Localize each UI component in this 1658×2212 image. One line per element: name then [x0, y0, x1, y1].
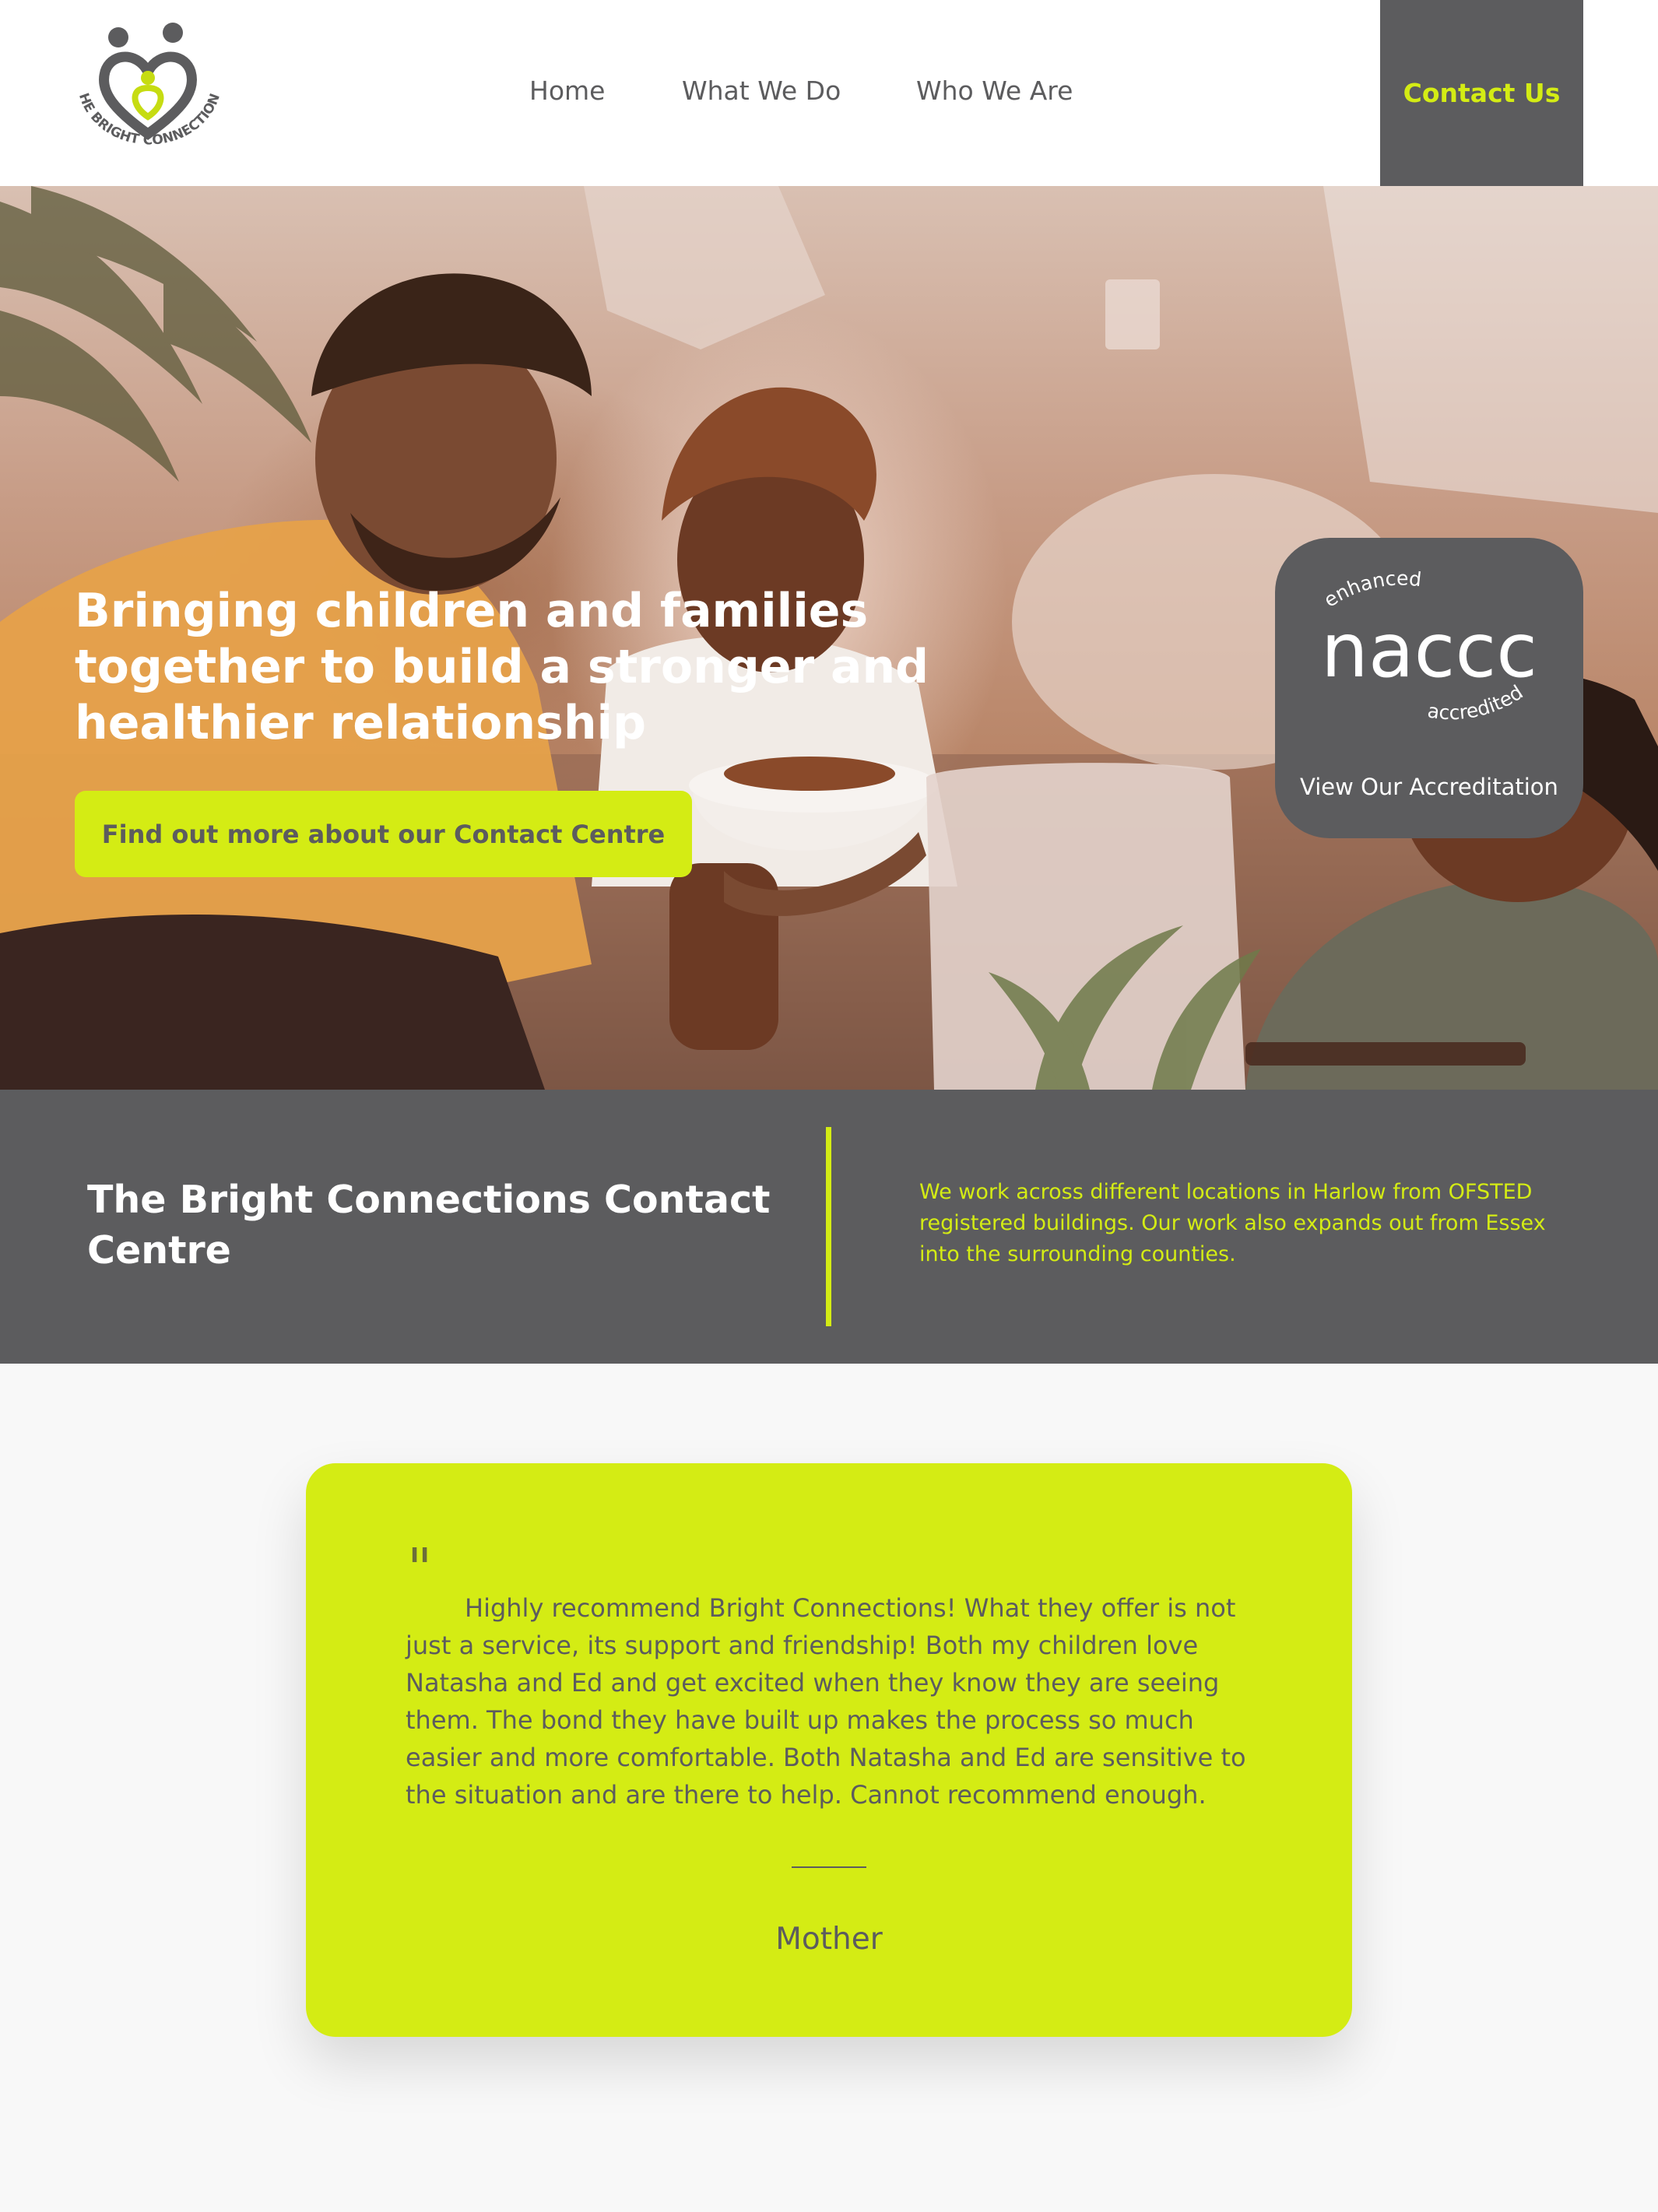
accreditation-badge[interactable]: enhanced naccc accredited View Our Accre…: [1275, 538, 1583, 838]
hero-title: Bringing children and families together …: [75, 584, 929, 750]
contact-us-button[interactable]: Contact Us: [1380, 0, 1583, 186]
testimonial-quote: Highly recommend Bright Connections! Wha…: [406, 1593, 1246, 1810]
naccc-logo-icon: enhanced naccc accredited: [1319, 567, 1537, 724]
info-band: The Bright Connections Contact Centre We…: [0, 1090, 1658, 1364]
band-divider: [826, 1127, 831, 1326]
nav-home[interactable]: Home: [529, 75, 605, 106]
view-accreditation-link[interactable]: View Our Accreditation: [1275, 771, 1583, 802]
hero-section: Bringing children and families together …: [0, 186, 1658, 1090]
testimonial-divider: [792, 1866, 866, 1868]
nav-what-we-do[interactable]: What We Do: [682, 75, 841, 106]
contact-centre-button[interactable]: Find out more about our Contact Centre: [75, 791, 692, 877]
site-header: THE BRIGHT CONNECTIONS Home What We Do W…: [0, 0, 1658, 186]
badge-top-text: enhanced: [1319, 567, 1422, 611]
testimonial-card: " Highly recommend Bright Connections! W…: [306, 1463, 1352, 2037]
nav-who-we-are[interactable]: Who We Are: [916, 75, 1073, 106]
badge-brand: naccc: [1321, 607, 1537, 694]
contact-centre-heading: The Bright Connections Contact Centre: [87, 1178, 771, 1273]
svg-text:enhanced: enhanced: [1319, 567, 1422, 611]
locations-description: We work across different locations in Ha…: [919, 1180, 1546, 1266]
testimonial-author: Mother: [775, 1922, 883, 1957]
quote-mark-icon: ": [407, 1536, 433, 1600]
